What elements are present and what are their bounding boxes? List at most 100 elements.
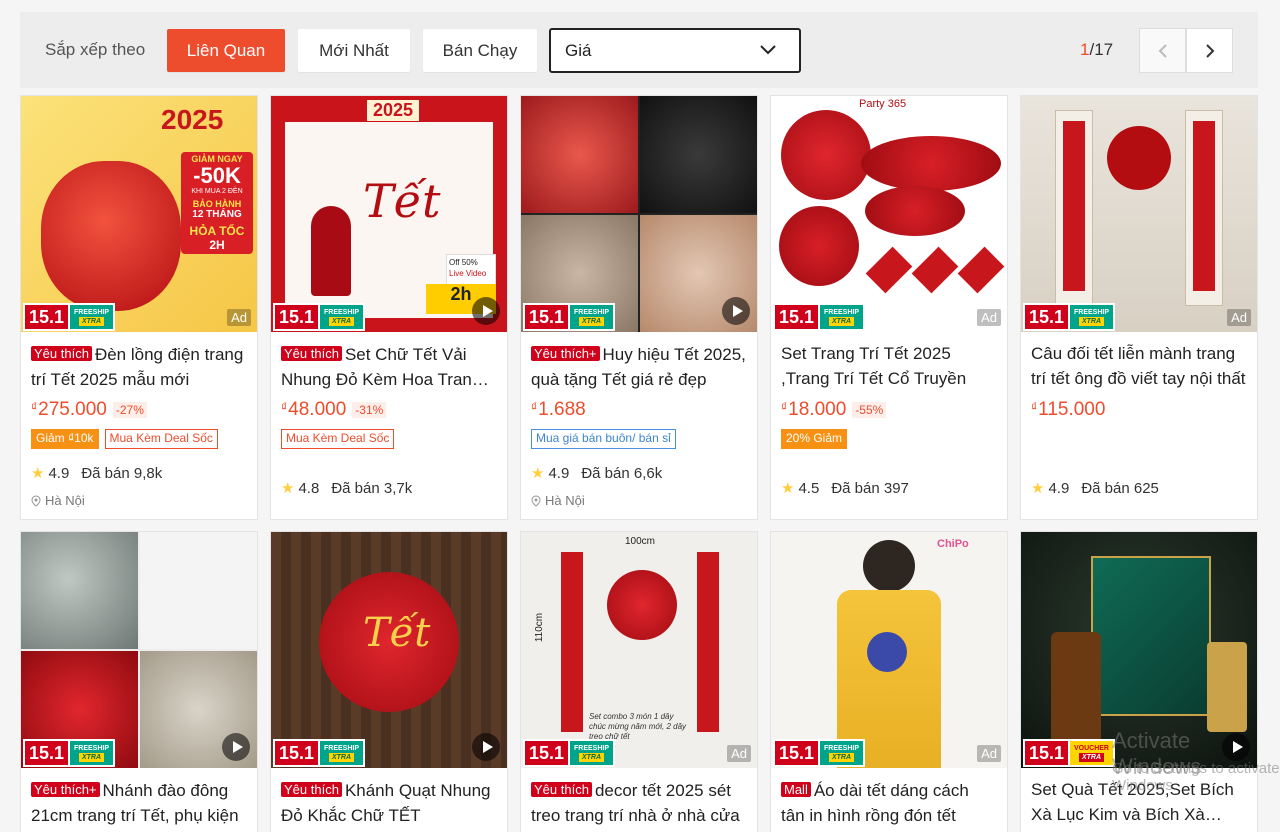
rating-row: ★ 4.8 Đã bán 3,7k [281,479,412,498]
location-pin-icon [531,494,541,507]
page-indicator: 1/17 [1080,40,1113,60]
sale-badge: 15.1 FREESHIP XTRA [523,739,615,767]
freeship-xtra-label: FREESHIP XTRA [70,303,115,331]
product-title[interactable]: Yêu thích+ Huy hiệu Tết 2025, quà tặng Tế… [531,341,747,391]
play-video-icon[interactable] [222,733,250,761]
product-card[interactable]: Party 365 15.1 FREESHIP XTRA Ad Set Trang… [770,95,1008,520]
price-row: ₫115.000 [1031,397,1247,423]
calligraphy-disc [1107,126,1171,190]
height-label: 110cm [534,612,546,643]
product-price: ₫275.000 [31,399,107,421]
child-head [863,540,915,592]
star-icon: ★ [781,480,795,497]
sale-date-label: 15.1 [273,303,320,331]
freeship-text: FREESHIP [73,745,109,752]
chevron-right-icon [1205,43,1214,58]
xtra-text: XTRA [78,753,105,762]
jar [1207,642,1247,732]
promo-line: 12 THÁNG [192,209,242,220]
product-image[interactable]: 2025 Tết Off 50% Live Video 2h 15.1 FREES… [271,96,507,332]
product-title[interactable]: Yêu thích Set Chữ Tết Vải Nhung Đỏ Kèm Ho… [281,341,497,391]
decor-fan [865,186,965,236]
product-image[interactable]: 15.1 FREESHIP XTRA [521,96,757,332]
product-title[interactable]: Yêu thích decor tết 2025 sét treo trang t… [531,777,747,827]
location-pin-icon [31,494,41,507]
star-icon: ★ [531,465,545,482]
price-value: 115.000 [1038,399,1106,420]
product-title[interactable]: Yêu thích+ Nhánh đào đông 21cm trang trí … [31,777,247,827]
product-card[interactable]: Tết 15.1 FREESHIP XTRA Yêu thích Khánh Quạ… [270,531,508,832]
price-sort-select[interactable]: Giá [549,28,801,73]
product-card[interactable]: 2025 GIẢM NGAY -50K KHI MUA 2 ĐÈN BẢO HÀ… [20,95,258,520]
product-info: Yêu thích Đèn lồng điện trang trí Tết 202… [31,341,247,449]
product-image[interactable]: 15.1 FREESHIP XTRA Ad [1021,96,1257,332]
product-info: Yêu thích decor tết 2025 sét treo trang t… [531,777,747,827]
xtra-text: XTRA [828,317,855,326]
freeship-xtra-label: FREESHIP XTRA [820,303,865,331]
freeship-xtra-label: FREESHIP XTRA [1070,303,1115,331]
product-price: ₫1.688 [531,399,586,421]
play-video-icon[interactable] [472,733,500,761]
product-title[interactable]: Câu đối tết liễn mành trang trí tết ông … [1031,341,1247,391]
product-image[interactable]: Party 365 15.1 FREESHIP XTRA Ad [771,96,1007,332]
product-info: Mall Áo dài tết dáng cách tân in hình rồn… [781,777,997,827]
product-title[interactable]: Yêu thích Khánh Quạt Nhung Đỏ Khắc Chữ TẾ… [281,777,497,827]
tet-text: Tết [363,174,441,228]
sold-count: Đã bán 625 [1081,479,1159,497]
product-card[interactable]: 15.1 FREESHIP XTRA Yêu thích+ Nhánh đào đô… [20,531,258,832]
play-video-icon[interactable] [722,297,750,325]
freeship-xtra-label: FREESHIP XTRA [320,739,365,767]
product-image[interactable]: 15.1 FREESHIP XTRA [21,532,257,768]
price-value: 1.688 [538,399,586,420]
width-label: 100cm [625,536,656,547]
year-text: 2025 [161,104,224,135]
discount-badge: -31% [352,402,387,418]
product-image[interactable]: Tết 15.1 FREESHIP XTRA [271,532,507,768]
price-row: ₫1.688 [531,397,747,423]
product-card[interactable]: 100cm 110cm Set combo 3 món 1 dây chúc m… [520,531,758,832]
sort-relevance-button[interactable]: Liên Quan [167,29,285,72]
product-image[interactable]: ChiPo 15.1 FREESHIP XTRA Ad [771,532,1007,768]
product-card[interactable]: ChiPo 15.1 FREESHIP XTRA Ad Mall Áo dài tế… [770,531,1008,832]
sort-newest-button[interactable]: Mới Nhất [298,29,410,72]
play-video-icon[interactable] [472,297,500,325]
combo-note: Set combo 3 món 1 dây chúc mừng năm mới,… [589,712,687,741]
year-text: 2025 [367,100,420,121]
product-image[interactable]: 2025 GIẢM NGAY -50K KHI MUA 2 ĐÈN BẢO HÀ… [21,96,257,332]
prev-page-button[interactable] [1139,28,1186,73]
voucher-chip: Giảm ₫10k [31,429,99,449]
next-page-button[interactable] [1186,28,1233,73]
currency-symbol: ₫ [531,400,538,414]
deal-chip: Mua Kèm Deal Sốc [281,429,395,449]
xtra-text: XTRA [78,317,105,326]
sale-date-label: 15.1 [773,739,820,767]
sale-date-label: 15.1 [23,303,70,331]
sort-bestselling-button[interactable]: Bán Chạy [423,29,537,72]
price-row: ₫48.000 -31% [281,397,497,423]
brand-logo: ChiPo [937,538,969,550]
discount-badge: -55% [852,402,887,418]
rating-value: 4.9 [548,464,570,482]
product-card[interactable]: 15.1 FREESHIP XTRA Yêu thích+ Huy hiệu Tết… [520,95,758,520]
rating-row: ★ 4.9 Đã bán 9,8k [31,464,162,483]
xtra-text: XTRA [328,753,355,762]
sale-badge: 15.1 FREESHIP XTRA [773,303,865,331]
product-title[interactable]: Yêu thích Đèn lồng điện trang trí Tết 202… [31,341,247,391]
freeship-xtra-label: FREESHIP XTRA [570,739,615,767]
product-title[interactable]: Mall Áo dài tết dáng cách tân in hình rồn… [781,777,997,827]
product-info: Yêu thích+ Nhánh đào đông 21cm trang trí … [31,777,247,827]
brand-text: Party 365 [859,98,907,110]
product-title[interactable]: Set Trang Trí Tết 2025 ,Trang Trí Tết Cổ… [781,341,997,391]
product-card[interactable]: 15.1 FREESHIP XTRA Ad Câu đối tết liễn mà… [1020,95,1258,520]
scroll-left [1055,110,1093,306]
currency-symbol: ₫ [1031,400,1038,414]
product-image[interactable]: 100cm 110cm Set combo 3 món 1 dây chúc m… [521,532,757,768]
decor-fan [861,136,1001,191]
freeship-text: FREESHIP [823,309,859,316]
star-icon: ★ [31,465,45,482]
person-graphic [311,206,351,296]
product-card[interactable]: 2025 Tết Off 50% Live Video 2h 15.1 FREES… [270,95,508,520]
favorite-tag: Yêu thích [31,346,92,361]
ad-label: Ad [977,745,1001,762]
freeship-text: FREESHIP [323,745,359,752]
